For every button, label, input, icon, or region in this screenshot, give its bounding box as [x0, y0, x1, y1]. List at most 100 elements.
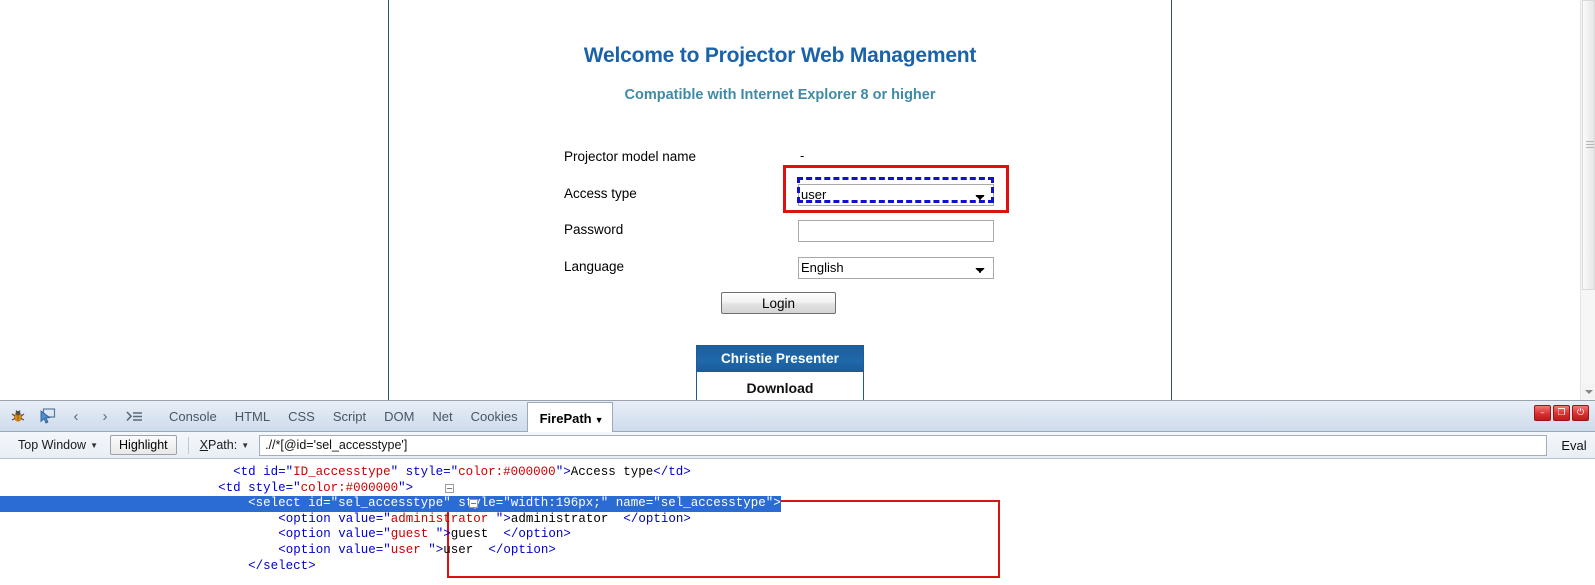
xpath-accesskey: X [200, 438, 208, 452]
xpath-input[interactable] [259, 435, 1547, 456]
form-row-language: Language English [389, 255, 1173, 292]
code-line[interactable]: <option value="administrator ">administr… [0, 512, 1595, 528]
inspect-element-icon[interactable] [35, 404, 59, 428]
code-tag: "> [398, 481, 413, 495]
scroll-down-arrow-icon[interactable] [1582, 384, 1595, 399]
value-projector-model-name: - [798, 148, 804, 163]
code-attribute-value: color:#000000 [458, 465, 556, 479]
tab-firepath-label: FirePath [540, 411, 592, 426]
code-tag: <td id=" [233, 465, 293, 479]
code-line[interactable]: − <td style="color:#000000"> [0, 481, 1595, 497]
code-twisty-collapse-icon[interactable]: − [469, 499, 478, 508]
code-tag: </td> [653, 465, 691, 479]
presenter-download-link[interactable]: Download [697, 372, 863, 400]
scope-selector-top-window[interactable]: Top Window ▼ [12, 435, 104, 456]
code-tag: " style=" [391, 465, 459, 479]
code-tag: " name=" [601, 496, 661, 510]
tab-console[interactable]: Console [160, 401, 226, 432]
chevron-down-icon: ▼ [241, 441, 249, 450]
code-line-text: <select id="sel_accesstype" style="width… [0, 496, 781, 512]
code-attribute-value: sel_accesstype [661, 496, 766, 510]
code-line[interactable]: <td id="ID_accesstype" style="color:#000… [0, 465, 1595, 481]
code-tag: <option value=" [278, 527, 391, 541]
code-text-node: Access type [571, 465, 654, 479]
firepath-subtoolbar: Top Window ▼ Highlight XPath: ▼ Eval [0, 432, 1595, 459]
scope-selector-label: Top Window [18, 438, 86, 452]
close-button[interactable]: ⏻ [1572, 405, 1589, 421]
login-button[interactable]: Login [721, 292, 836, 314]
code-tag: </select> [248, 559, 316, 573]
firebug-toolbar: ‹ › Console HTML CSS Script DOM Net Cook… [0, 401, 1595, 432]
tab-cookies[interactable]: Cookies [462, 401, 527, 432]
code-text-node: guest [451, 527, 504, 541]
firebug-tab-bar: Console HTML CSS Script DOM Net Cookies … [160, 401, 613, 432]
firebug-toolbar-icons: ‹ › [0, 404, 146, 428]
chevron-down-icon: ▼ [595, 415, 604, 425]
code-text-node: administrator [511, 512, 624, 526]
code-attribute-value: color:#000000 [301, 481, 399, 495]
scrollbar-thumb[interactable] [1582, 0, 1595, 290]
code-attribute-value: guest [391, 527, 436, 541]
xpath-label: XPath: [200, 438, 238, 452]
code-twisty-collapse-icon[interactable]: − [445, 484, 454, 493]
code-line[interactable]: −<select id="sel_accesstype" style="widt… [0, 496, 1595, 512]
toolbar-divider [188, 437, 189, 454]
eval-button[interactable]: Eval [1549, 438, 1595, 453]
form-row-password: Password [389, 218, 1173, 255]
password-input[interactable] [798, 220, 994, 242]
login-form: Projector model name - Access type admin… [389, 145, 1173, 291]
code-line-text: <option value="administrator ">administr… [0, 512, 691, 526]
command-line-glyph-icon [126, 410, 143, 423]
chevron-down-icon: ▼ [90, 441, 98, 450]
code-tag: "> [766, 496, 781, 510]
code-line-text: <option value="guest ">guest </option> [0, 527, 571, 541]
tab-dom[interactable]: DOM [375, 401, 423, 432]
code-tag: "> [428, 543, 443, 557]
tab-css[interactable]: CSS [279, 401, 324, 432]
xpath-mode-selector[interactable]: XPath: ▼ [194, 435, 255, 456]
code-tag: "> [556, 465, 571, 479]
tab-html[interactable]: HTML [226, 401, 279, 432]
code-line-text: <option value="user ">user </option> [0, 543, 556, 557]
code-tag: </option> [623, 512, 691, 526]
code-tag: <select id=" [248, 496, 338, 510]
nav-back-icon[interactable]: ‹ [64, 404, 88, 428]
code-tag: <option value=" [278, 512, 391, 526]
label-language: Language [564, 259, 624, 274]
bug-glyph-icon [10, 409, 26, 423]
browser-page-viewport: Welcome to Projector Web Management Comp… [0, 0, 1595, 400]
code-line[interactable]: </select> [0, 559, 1595, 575]
page-subtitle: Compatible with Internet Explorer 8 or h… [389, 87, 1171, 103]
firepath-html-source-view[interactable]: <td id="ID_accesstype" style="color:#000… [0, 459, 1595, 585]
projector-web-page: Welcome to Projector Web Management Comp… [388, 0, 1172, 400]
access-type-select[interactable]: administrator guest user [798, 184, 994, 206]
code-line[interactable]: <option value="guest ">guest </option> [0, 527, 1595, 543]
firebug-logo-icon[interactable] [6, 404, 30, 428]
label-projector-model-name: Projector model name [564, 149, 696, 164]
scrollbar-grip-icon [1586, 141, 1594, 148]
minimize-button[interactable]: – [1534, 405, 1551, 421]
nav-forward-icon[interactable]: › [93, 404, 117, 428]
tab-net[interactable]: Net [423, 401, 461, 432]
code-line[interactable]: <option value="user ">user </option> [0, 543, 1595, 559]
maximize-button[interactable]: ❐ [1553, 405, 1570, 421]
code-tag: <td style=" [218, 481, 301, 495]
code-tag: "> [496, 512, 511, 526]
command-line-icon[interactable] [122, 404, 146, 428]
code-lines-container: <td id="ID_accesstype" style="color:#000… [0, 465, 1595, 574]
language-select[interactable]: English [798, 257, 994, 279]
code-line-text: <td style="color:#000000"> [0, 481, 413, 495]
code-tag: "> [436, 527, 451, 541]
label-access-type: Access type [564, 186, 637, 201]
code-attribute-value: user [391, 543, 429, 557]
form-row-model-name: Projector model name - [389, 145, 1173, 182]
tab-script[interactable]: Script [324, 401, 375, 432]
code-line-text: <td id="ID_accesstype" style="color:#000… [0, 465, 691, 479]
form-row-access-type: Access type administrator guest user [389, 182, 1173, 219]
cursor-select-glyph-icon [39, 408, 56, 424]
highlight-toggle-button[interactable]: Highlight [110, 435, 177, 455]
code-tag: </option> [488, 543, 556, 557]
label-password: Password [564, 222, 623, 237]
page-vertical-scrollbar[interactable] [1580, 0, 1595, 400]
tab-firepath[interactable]: FirePath▼ [527, 402, 613, 433]
